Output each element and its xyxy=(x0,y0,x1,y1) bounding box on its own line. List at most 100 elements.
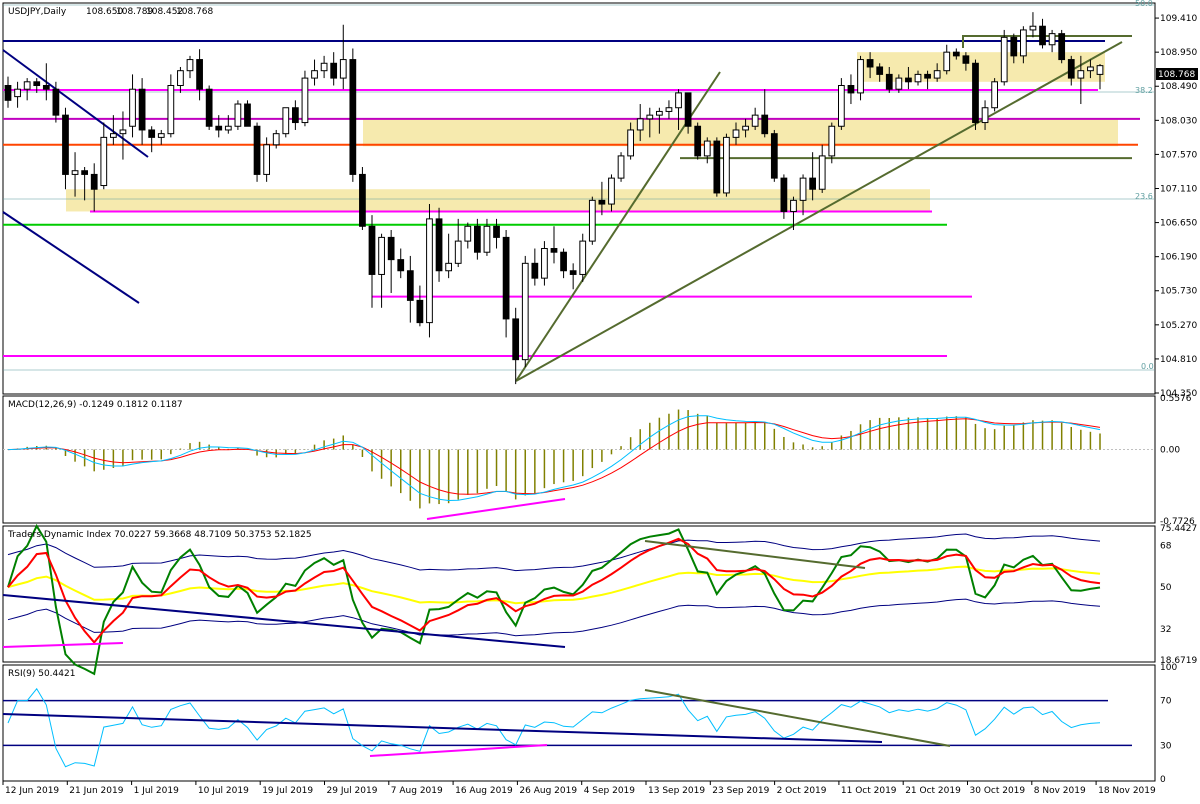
candle-body xyxy=(598,199,606,205)
ohlc-close: 108.768 xyxy=(176,7,213,17)
price-tick-label: 105.270 xyxy=(1160,321,1197,331)
price-chart-canvas: 109.410 108.950 108.490 108.030 107.570 107.1… xyxy=(0,0,1200,800)
candle-body xyxy=(541,248,548,279)
candle-body xyxy=(569,270,577,275)
candle-body xyxy=(617,155,625,179)
candle-body xyxy=(14,88,21,98)
candle-body xyxy=(167,85,175,135)
candle-body xyxy=(560,251,567,272)
candle-body xyxy=(272,133,280,146)
price-tick-label: 106.190 xyxy=(1160,253,1197,263)
zone-upper xyxy=(857,52,1105,82)
candle-body xyxy=(224,125,232,131)
candle-body xyxy=(148,129,156,138)
candle-body xyxy=(406,270,414,301)
candle-body xyxy=(512,318,520,361)
candle-body xyxy=(531,262,539,279)
candle-body xyxy=(42,85,50,90)
candle-body xyxy=(914,73,922,83)
candle-body xyxy=(90,173,98,190)
candle-body xyxy=(521,262,529,361)
time-tick-label: 4 Sep 2019 xyxy=(584,786,636,796)
candle-body xyxy=(933,70,941,79)
candle-body xyxy=(378,236,385,275)
time-tick-label: 12 Jun 2019 xyxy=(5,786,59,796)
candle-body xyxy=(770,133,778,179)
candle-body xyxy=(1010,36,1018,57)
time-tick-label: 11 Oct 2019 xyxy=(841,786,897,796)
current-price-label: 108.768 xyxy=(1158,70,1195,80)
candle-body xyxy=(780,177,788,212)
candle-body xyxy=(473,225,481,253)
candle-body xyxy=(349,59,357,175)
fib-label-23: 23.6 xyxy=(1135,192,1153,201)
time-tick-label: 19 Jul 2019 xyxy=(262,786,313,796)
candle-body xyxy=(62,114,69,175)
rsi-title: RSI(9) 50.4421 xyxy=(8,669,75,679)
candle-body xyxy=(1000,36,1008,83)
candle-body xyxy=(244,103,251,127)
candle-body xyxy=(818,155,826,190)
candle-body xyxy=(71,170,79,175)
candle-body xyxy=(550,248,558,253)
chart-root: 109.410 108.950 108.490 108.030 107.570 107.1… xyxy=(0,0,1200,800)
candle-body xyxy=(1039,25,1046,46)
candle-body xyxy=(4,85,12,101)
candle-body xyxy=(952,51,960,57)
time-tick-label: 7 Aug 2019 xyxy=(391,786,443,796)
candle-body xyxy=(339,59,347,79)
macd-tick-label: 0.5576 xyxy=(1160,394,1192,404)
time-tick-label: 21 Oct 2019 xyxy=(905,786,961,796)
tdi-tick-label: 75.4427 xyxy=(1160,524,1197,534)
candle-body xyxy=(454,240,462,264)
candle-body xyxy=(301,77,309,124)
candle-body xyxy=(665,107,673,112)
candle-body xyxy=(636,118,644,131)
candle-body xyxy=(809,177,817,190)
price-tick-label: 108.490 xyxy=(1160,82,1197,92)
price-tick-label: 105.730 xyxy=(1160,287,1197,297)
candle-body xyxy=(972,62,979,124)
time-tick-label: 18 Nov 2019 xyxy=(1098,786,1156,796)
candle-body xyxy=(1067,59,1075,79)
macd-title: MACD(12,26,9) -0.1249 0.1812 0.1187 xyxy=(8,400,183,410)
candle-body xyxy=(1019,29,1027,57)
candle-body xyxy=(703,140,711,157)
candle-body xyxy=(857,59,864,94)
candle-body xyxy=(646,114,654,120)
candle-body xyxy=(311,70,318,79)
candle-body xyxy=(291,107,299,124)
time-tick-label: 10 Jul 2019 xyxy=(198,786,249,796)
candle-body xyxy=(119,129,127,135)
candle-body xyxy=(799,177,807,201)
candle-body xyxy=(1087,66,1094,72)
candle-body xyxy=(885,73,893,90)
candle-body xyxy=(52,88,60,116)
candle-body xyxy=(627,129,635,157)
candle-body xyxy=(368,225,376,275)
candle-body xyxy=(828,125,836,157)
time-tick-label: 29 Jul 2019 xyxy=(327,786,378,796)
tdi-tick-label: 50 xyxy=(1160,583,1172,593)
candle-body xyxy=(790,199,797,212)
candle-body xyxy=(483,225,491,253)
candle-body xyxy=(129,88,136,127)
tdi-tick-label: 32 xyxy=(1160,625,1171,635)
price-chart-title: USDJPY,Daily xyxy=(8,7,67,17)
candle-body xyxy=(608,177,615,205)
price-tick-label: 104.810 xyxy=(1160,355,1197,365)
time-tick-label: 23 Sep 2019 xyxy=(712,786,769,796)
candle-body xyxy=(359,173,366,227)
candle-body xyxy=(282,107,290,135)
candle-body xyxy=(493,225,500,238)
fib-label-0: 0.0 xyxy=(1141,362,1154,371)
candle-body xyxy=(177,70,184,87)
candle-body xyxy=(196,59,203,90)
candle-body xyxy=(330,62,338,79)
candle-body xyxy=(1048,33,1056,46)
candle-body xyxy=(33,81,41,87)
candle-body xyxy=(847,85,855,94)
fib-label-50: 50.0 xyxy=(1135,0,1153,8)
price-tick-label: 108.030 xyxy=(1160,116,1197,126)
candle-body xyxy=(502,236,510,320)
